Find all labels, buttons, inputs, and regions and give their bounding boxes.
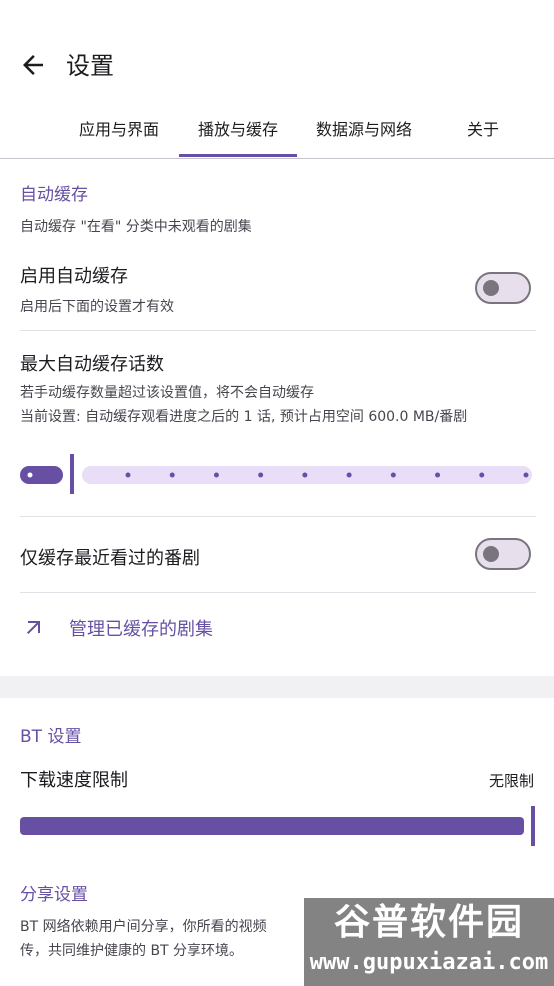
divider — [20, 592, 536, 593]
share-settings-desc-1: BT 网络依赖用户间分享，你所看的视频 — [20, 919, 267, 935]
divider — [20, 516, 536, 517]
switch-knob — [483, 546, 499, 562]
tab-label: 数据源与网络 — [315, 120, 412, 139]
slider-tick — [27, 472, 33, 478]
top-app-bar: 设置 — [0, 0, 554, 110]
slider-tick — [346, 472, 352, 478]
enable-auto-cache-desc: 启用后下面的设置才有效 — [20, 299, 174, 315]
slider-active-track — [20, 466, 63, 484]
max-episodes-slider[interactable] — [20, 454, 536, 494]
recent-only-label: 仅缓存最近看过的番剧 — [20, 548, 200, 569]
tab-label: 关于 — [466, 120, 499, 139]
divider — [20, 330, 536, 331]
tab-data-source-network[interactable]: 数据源与网络 — [300, 110, 428, 156]
slider-tick — [302, 472, 308, 478]
download-speed-slider[interactable] — [20, 806, 536, 846]
slider-tick — [258, 472, 264, 478]
enable-auto-cache-label: 启用自动缓存 — [20, 266, 128, 287]
slider-tick — [125, 472, 131, 478]
back-arrow-icon[interactable] — [18, 50, 48, 80]
max-episodes-label: 最大自动缓存话数 — [20, 354, 164, 375]
tab-label: 应用与界面 — [78, 120, 159, 139]
section-title-auto-cache: 自动缓存 — [20, 185, 88, 205]
section-separator — [0, 676, 554, 698]
download-speed-limit-value: 无限制 — [488, 772, 534, 790]
watermark-text: 谷普软件园 — [333, 902, 524, 943]
tab-label: 播放与缓存 — [197, 120, 278, 139]
switch-knob — [483, 280, 499, 296]
arrow-outward-icon — [27, 621, 40, 634]
section-title-bt: BT 设置 — [20, 727, 82, 747]
watermark-logo: 谷普软件园 www.gupuxiazai.com — [304, 898, 554, 986]
slider-tick — [390, 472, 396, 478]
watermark-url: www.gupuxiazai.com — [309, 950, 549, 975]
tab-playback-cache[interactable]: 播放与缓存 — [179, 110, 297, 157]
recent-only-switch[interactable] — [475, 538, 531, 570]
download-speed-limit-label: 下载速度限制 — [20, 770, 128, 791]
share-settings-title: 分享设置 — [20, 885, 88, 905]
max-episodes-desc-2: 当前设置: 自动缓存观看进度之后的 1 话, 预计占用空间 600.0 MB/番… — [20, 409, 468, 425]
slider-tick — [523, 472, 529, 478]
tab-bar: 应用与界面 播放与缓存 数据源与网络 关于 — [0, 110, 554, 159]
tab-about[interactable]: 关于 — [440, 110, 526, 156]
tab-active-indicator — [179, 154, 297, 157]
enable-auto-cache-switch[interactable] — [475, 272, 531, 304]
slider-tick — [479, 472, 485, 478]
manage-cached-episodes-link[interactable]: 管理已缓存的剧集 — [0, 600, 554, 654]
slider-thumb[interactable] — [70, 454, 74, 494]
slider-active-track — [20, 817, 524, 835]
slider-tick — [435, 472, 441, 478]
page-title: 设置 — [66, 52, 114, 80]
slider-tick — [213, 472, 219, 478]
tab-app-ui[interactable]: 应用与界面 — [60, 110, 178, 156]
share-settings-desc-2: 传，共同维护健康的 BT 分享环境。 — [20, 943, 244, 959]
manage-cached-episodes-label: 管理已缓存的剧集 — [69, 619, 213, 640]
section-desc-auto-cache: 自动缓存 "在看" 分类中未观看的剧集 — [20, 219, 252, 235]
max-episodes-desc-1: 若手动缓存数量超过该设置值，将不会自动缓存 — [20, 385, 314, 401]
slider-tick — [169, 472, 175, 478]
slider-thumb[interactable] — [531, 806, 535, 846]
